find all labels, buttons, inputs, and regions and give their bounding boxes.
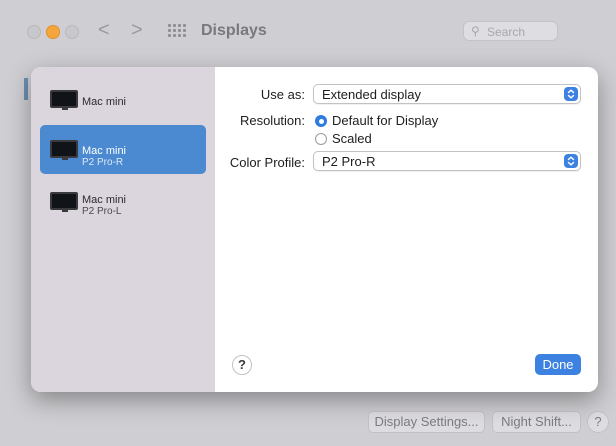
background-help-button[interactable]: ? bbox=[587, 411, 609, 433]
display-name: Mac mini bbox=[82, 96, 127, 108]
search-icon: ⚲ bbox=[471, 24, 480, 38]
scaled-radio[interactable] bbox=[315, 133, 327, 145]
use-as-label: Use as: bbox=[260, 87, 305, 102]
color-profile-popup[interactable]: P2 Pro-R bbox=[313, 151, 581, 171]
display-name: Mac mini bbox=[82, 145, 127, 157]
display-item-p2-pro-r[interactable]: Mac mini P2 Pro-R bbox=[40, 125, 206, 174]
display-subtitle: P2 Pro-R bbox=[82, 157, 124, 168]
color-profile-value: P2 Pro-R bbox=[322, 154, 376, 169]
night-shift-button[interactable]: Night Shift... bbox=[492, 411, 581, 433]
popup-chevron-icon bbox=[564, 154, 578, 168]
display-list-sidebar: Mac mini Mac mini P2 Pro-R Mac mini P2 P… bbox=[31, 67, 215, 392]
minimize-window-button[interactable] bbox=[46, 25, 60, 39]
forward-button[interactable]: > bbox=[131, 19, 143, 41]
use-as-popup[interactable]: Extended display bbox=[313, 84, 581, 104]
display-settings-button[interactable]: Display Settings... bbox=[368, 411, 485, 433]
resolution-label: Resolution: bbox=[239, 113, 305, 128]
color-profile-label: Color Profile: bbox=[229, 155, 305, 170]
use-as-value: Extended display bbox=[322, 87, 422, 102]
show-all-grid-icon[interactable] bbox=[168, 24, 186, 38]
zoom-window-button[interactable] bbox=[65, 25, 79, 39]
default-for-display-label[interactable]: Default for Display bbox=[332, 113, 438, 128]
back-button[interactable]: < bbox=[98, 19, 110, 41]
scaled-label[interactable]: Scaled bbox=[332, 131, 372, 146]
default-for-display-radio[interactable] bbox=[315, 115, 327, 127]
background-selection-indicator bbox=[24, 78, 28, 100]
search-placeholder: Search bbox=[487, 25, 526, 39]
popup-chevron-icon bbox=[564, 87, 578, 101]
display-item-mac-mini[interactable]: Mac mini bbox=[40, 80, 206, 129]
display-settings-sheet: Mac mini Mac mini P2 Pro-R Mac mini P2 P… bbox=[31, 67, 598, 392]
display-item-p2-pro-l[interactable]: Mac mini P2 Pro-L bbox=[40, 181, 206, 230]
monitor-icon bbox=[50, 192, 78, 212]
search-field[interactable]: ⚲ Search bbox=[463, 21, 558, 41]
title-bar: < > Displays ⚲ Search bbox=[0, 0, 616, 56]
help-button[interactable]: ? bbox=[232, 355, 252, 375]
close-window-button[interactable] bbox=[27, 25, 41, 39]
done-button[interactable]: Done bbox=[535, 354, 581, 375]
display-subtitle: P2 Pro-L bbox=[82, 206, 122, 217]
window-title: Displays bbox=[201, 22, 267, 39]
monitor-icon bbox=[50, 140, 78, 160]
monitor-icon bbox=[50, 90, 78, 110]
display-name: Mac mini bbox=[82, 194, 127, 206]
